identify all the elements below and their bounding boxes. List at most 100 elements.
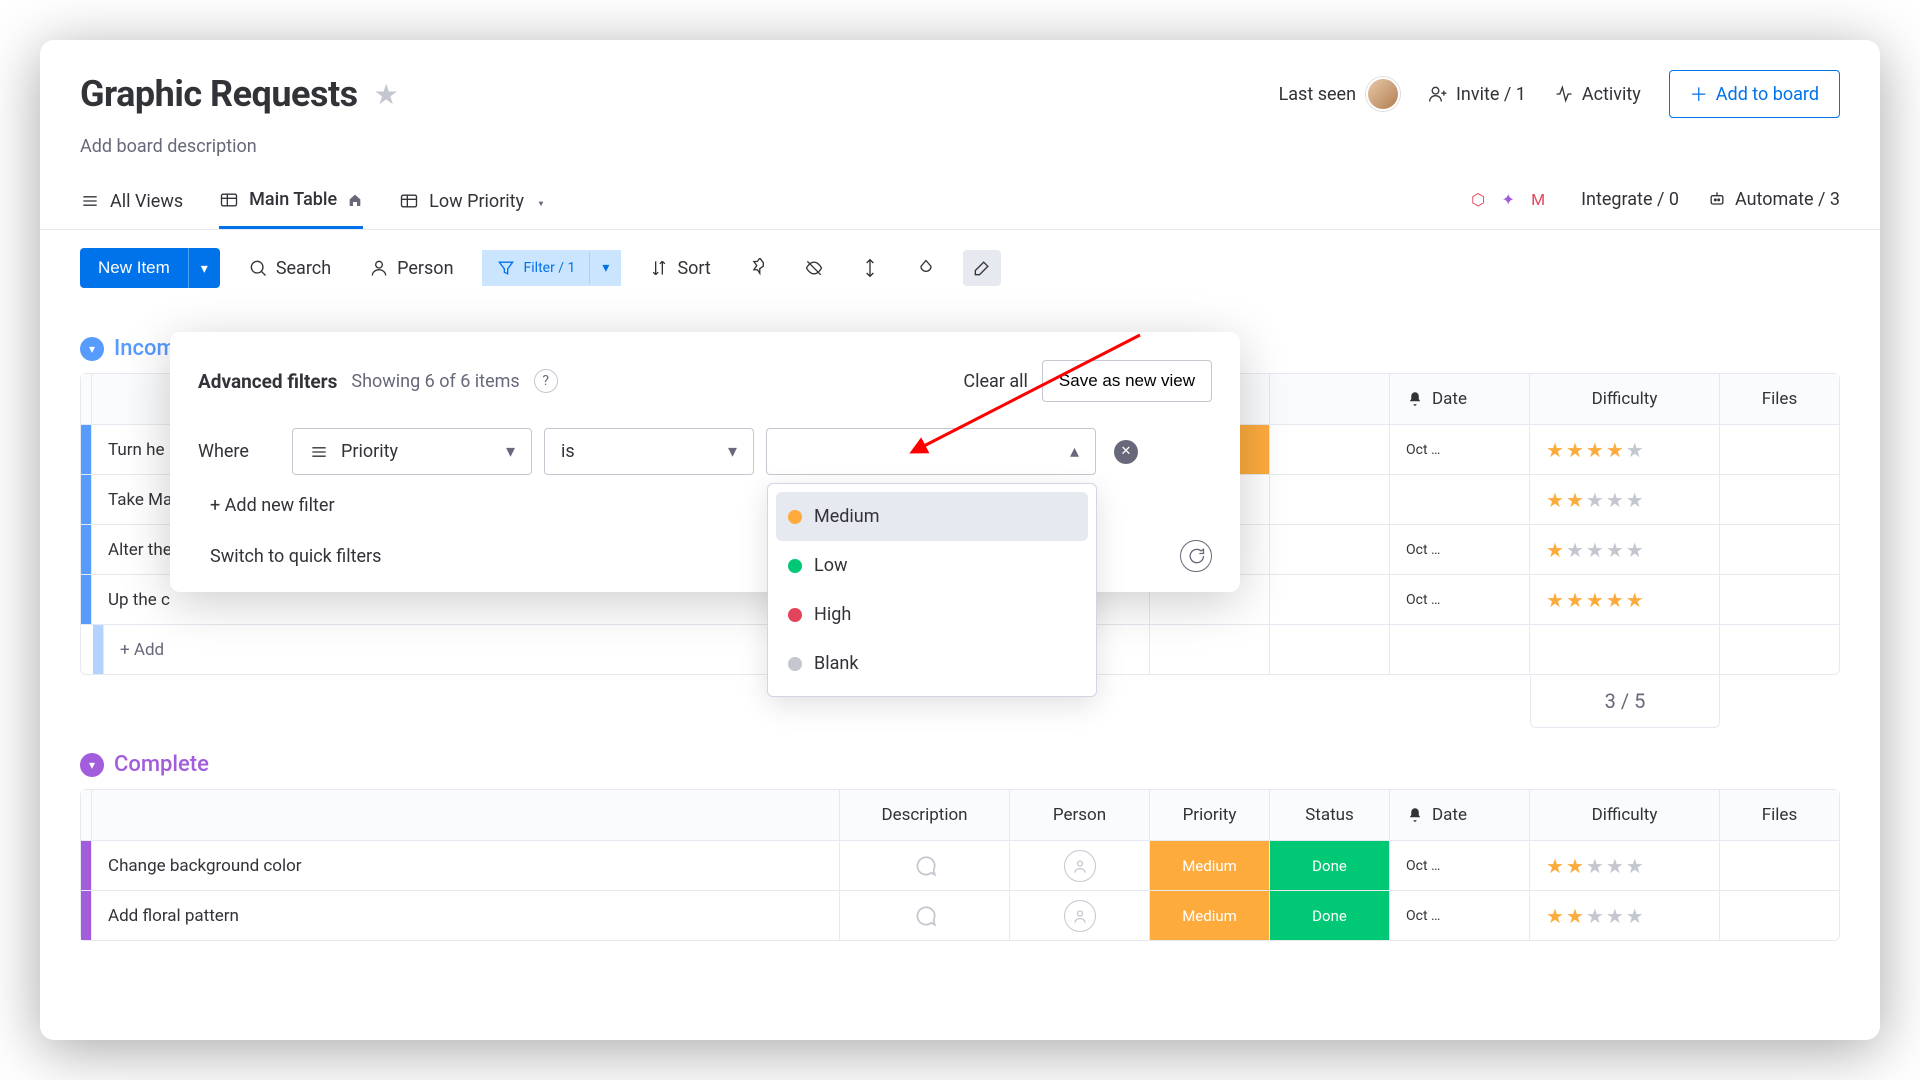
cell-status[interactable] bbox=[1269, 475, 1389, 524]
height-icon[interactable] bbox=[851, 250, 889, 286]
bell-icon bbox=[1406, 806, 1424, 824]
group-header-complete[interactable]: ▾ Complete bbox=[80, 752, 1840, 777]
popover-title: Advanced filters bbox=[198, 370, 337, 393]
cell-difficulty[interactable]: ★★★★★ bbox=[1529, 525, 1719, 574]
cell-difficulty[interactable]: ★★★★★ bbox=[1529, 891, 1719, 940]
col-files[interactable]: Files bbox=[1719, 790, 1839, 840]
difficulty-summary: 3 / 5 bbox=[1530, 675, 1720, 728]
color-icon[interactable] bbox=[907, 250, 945, 286]
filter-value-select[interactable]: ▴ Medium Low High Blank bbox=[766, 428, 1096, 475]
col-date[interactable]: Date bbox=[1389, 374, 1529, 424]
cell-files[interactable] bbox=[1719, 525, 1839, 574]
board-description[interactable]: Add board description bbox=[40, 128, 1880, 157]
cell-person[interactable] bbox=[1009, 891, 1149, 940]
help-icon[interactable]: ? bbox=[534, 369, 558, 393]
save-view-button[interactable]: Save as new view bbox=[1042, 360, 1212, 402]
switch-quick-filters-link[interactable]: Switch to quick filters bbox=[210, 546, 381, 567]
avatar[interactable] bbox=[1366, 77, 1400, 111]
filter-option-medium[interactable]: Medium bbox=[776, 492, 1088, 541]
cell-description[interactable] bbox=[839, 841, 1009, 890]
cell-files[interactable] bbox=[1719, 841, 1839, 890]
priority-chip: Medium bbox=[1150, 891, 1269, 940]
table-row[interactable]: Change background color Medium Done Oct … bbox=[81, 840, 1839, 890]
activity-icon bbox=[1554, 84, 1574, 104]
new-item-button[interactable]: New Item bbox=[80, 248, 188, 288]
cell-files[interactable] bbox=[1719, 891, 1839, 940]
cell-date[interactable]: Oct … bbox=[1389, 841, 1529, 890]
person-filter-button[interactable]: Person bbox=[359, 250, 463, 287]
col-difficulty[interactable]: Difficulty bbox=[1529, 790, 1719, 840]
filter-operator-select[interactable]: is ▾ bbox=[544, 428, 754, 475]
caret-down-icon: ▾ bbox=[506, 441, 515, 462]
cell-date[interactable]: Oct … bbox=[1389, 425, 1529, 474]
filter-column-select[interactable]: Priority ▾ bbox=[292, 428, 532, 475]
col-priority[interactable]: Priority bbox=[1149, 790, 1269, 840]
cell-status[interactable]: Done bbox=[1269, 891, 1389, 940]
hide-icon[interactable] bbox=[795, 250, 833, 286]
filter-column-value: Priority bbox=[341, 441, 398, 462]
person-placeholder-icon bbox=[1064, 850, 1096, 882]
cell-priority[interactable]: Medium bbox=[1149, 841, 1269, 890]
chevron-down-icon: ▾ bbox=[80, 337, 104, 361]
col-files[interactable]: Files bbox=[1719, 374, 1839, 424]
activity-label: Activity bbox=[1582, 84, 1641, 105]
filter-option-high[interactable]: High bbox=[776, 590, 1088, 639]
item-name[interactable]: Add floral pattern bbox=[91, 891, 839, 940]
invite-link[interactable]: Invite / 1 bbox=[1428, 84, 1526, 105]
robot-icon bbox=[1707, 189, 1727, 209]
clear-all-link[interactable]: Clear all bbox=[963, 371, 1028, 392]
chat-icon[interactable] bbox=[1180, 540, 1212, 572]
cell-date[interactable]: Oct … bbox=[1389, 575, 1529, 624]
cell-files[interactable] bbox=[1719, 425, 1839, 474]
cell-description[interactable] bbox=[839, 891, 1009, 940]
activity-link[interactable]: Activity bbox=[1554, 84, 1641, 105]
cell-status[interactable] bbox=[1269, 525, 1389, 574]
sort-label: Sort bbox=[677, 258, 710, 279]
main-table-tab[interactable]: Main Table bbox=[219, 177, 363, 229]
col-date[interactable]: Date bbox=[1389, 790, 1529, 840]
filter-button[interactable]: Filter / 1 ▾ bbox=[482, 250, 622, 286]
col-difficulty[interactable]: Difficulty bbox=[1529, 374, 1719, 424]
all-views-tab[interactable]: All Views bbox=[80, 179, 183, 228]
cell-status[interactable] bbox=[1269, 425, 1389, 474]
cell-files[interactable] bbox=[1719, 475, 1839, 524]
edit-icon[interactable] bbox=[963, 250, 1001, 286]
col-description[interactable]: Description bbox=[839, 790, 1009, 840]
cell-difficulty[interactable]: ★★★★★ bbox=[1529, 575, 1719, 624]
cell-person[interactable] bbox=[1009, 841, 1149, 890]
integrate-link[interactable]: Integrate / 0 bbox=[1581, 189, 1679, 210]
cell-date[interactable]: Oct … bbox=[1389, 891, 1529, 940]
col-diff-label: Difficulty bbox=[1592, 805, 1658, 825]
cell-status[interactable]: Done bbox=[1269, 841, 1389, 890]
cell-difficulty[interactable]: ★★★★★ bbox=[1529, 425, 1719, 474]
pin-tool-icon[interactable] bbox=[739, 250, 777, 286]
table-row[interactable]: Add floral pattern Medium Done Oct … ★★★… bbox=[81, 890, 1839, 940]
item-name[interactable]: Change background color bbox=[91, 841, 839, 890]
search-button[interactable]: Search bbox=[238, 250, 341, 287]
filter-option-blank[interactable]: Blank bbox=[776, 639, 1088, 688]
automate-label: Automate / 3 bbox=[1735, 189, 1840, 210]
cell-date[interactable]: Oct … bbox=[1389, 525, 1529, 574]
col-status[interactable]: Status bbox=[1269, 790, 1389, 840]
automate-link[interactable]: Automate / 3 bbox=[1707, 189, 1840, 210]
low-priority-tab[interactable]: Low Priority bbox=[399, 179, 548, 228]
cell-files[interactable] bbox=[1719, 575, 1839, 624]
remove-filter-icon[interactable]: ✕ bbox=[1114, 440, 1138, 464]
cell-date[interactable] bbox=[1389, 475, 1529, 524]
dot-icon bbox=[788, 608, 802, 622]
person-label: Person bbox=[397, 258, 453, 279]
cell-status[interactable] bbox=[1269, 575, 1389, 624]
cell-difficulty[interactable]: ★★★★★ bbox=[1529, 475, 1719, 524]
filter-option-low[interactable]: Low bbox=[776, 541, 1088, 590]
sort-button[interactable]: Sort bbox=[639, 250, 720, 287]
cell-priority[interactable]: Medium bbox=[1149, 891, 1269, 940]
filter-dropdown-caret[interactable]: ▾ bbox=[589, 252, 621, 284]
add-to-board-button[interactable]: ＋ Add to board bbox=[1669, 70, 1840, 118]
col-person[interactable]: Person bbox=[1009, 790, 1149, 840]
cell-difficulty[interactable]: ★★★★★ bbox=[1529, 841, 1719, 890]
new-item-dropdown[interactable]: ▾ bbox=[188, 248, 220, 288]
app1-icon: ⬡ bbox=[1463, 184, 1493, 214]
status-chip: Done bbox=[1270, 891, 1389, 940]
star-icon[interactable]: ★ bbox=[374, 78, 399, 111]
plus-icon: ＋ bbox=[1690, 81, 1708, 107]
